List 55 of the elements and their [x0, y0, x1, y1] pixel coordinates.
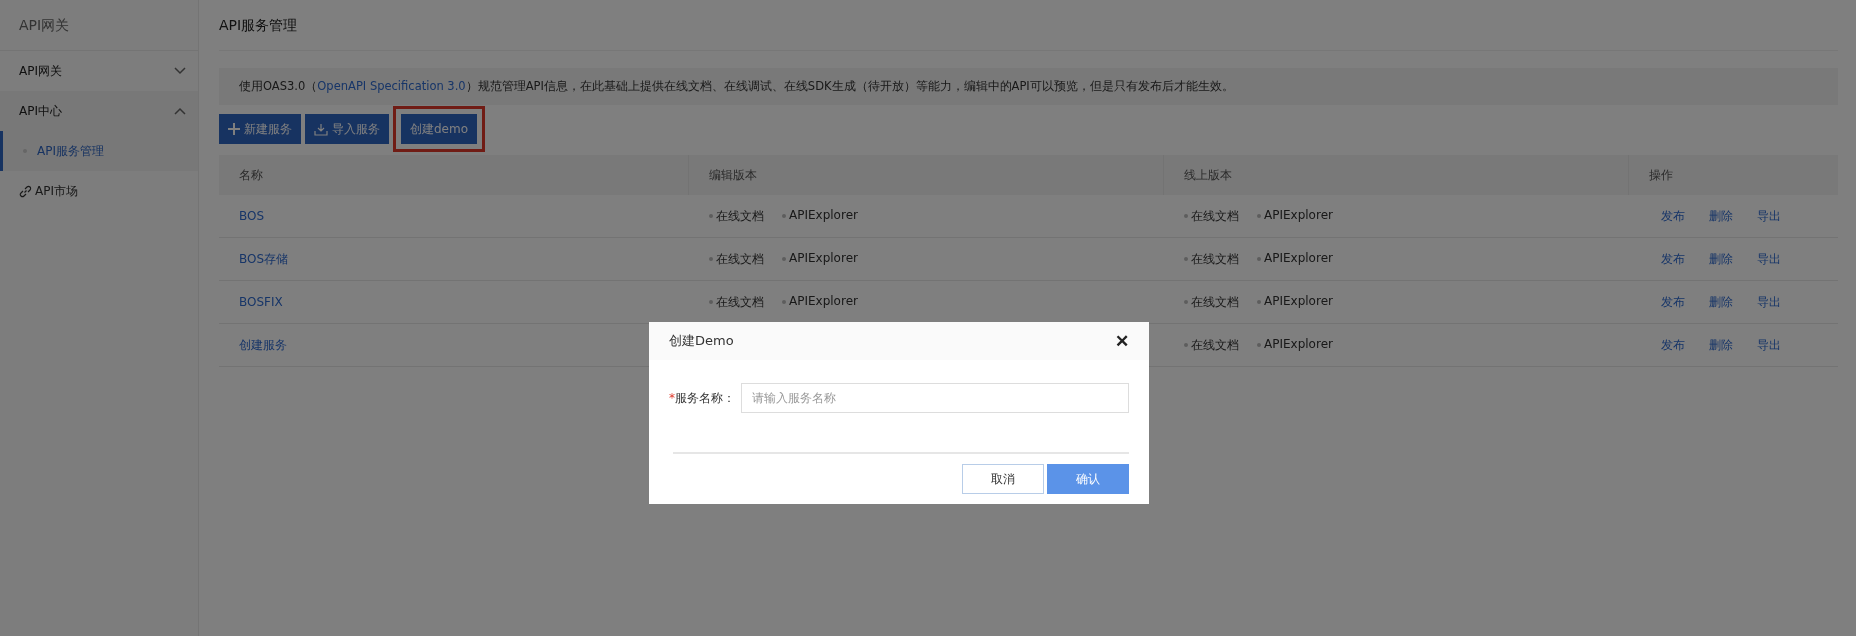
action-link[interactable]: 导出: [1757, 293, 1781, 311]
plus-icon: [228, 123, 240, 135]
version-link[interactable]: 在线文档: [709, 293, 764, 311]
toolbar-button[interactable]: 创建demo: [401, 114, 478, 144]
version-link[interactable]: 在线文档: [709, 250, 764, 268]
version-link[interactable]: 在线文档: [1184, 250, 1239, 268]
version-link[interactable]: 在线文档: [1184, 293, 1239, 311]
version-link[interactable]: APIExplorer: [1257, 207, 1333, 225]
field-label: *服务名称：: [669, 389, 736, 407]
action-link[interactable]: 发布: [1661, 250, 1685, 268]
input-field[interactable]: 请输入服务名称: [741, 383, 1129, 413]
sidebar-item[interactable]: API服务管理: [0, 131, 198, 171]
action-link[interactable]: 导出: [1757, 336, 1781, 354]
service-name-link[interactable]: BOS: [239, 209, 265, 223]
version-link[interactable]: 在线文档: [1184, 207, 1239, 225]
column-header: 编辑版本: [689, 155, 1164, 195]
version-link[interactable]: 在线文档: [709, 207, 764, 225]
sidebar-group[interactable]: API中心: [0, 91, 198, 131]
download-icon: [314, 122, 328, 136]
toolbar-button[interactable]: 导入服务: [305, 114, 389, 144]
notice-text: 使用OAS3.0（OpenAPI Specification 3.0）规范管理API信息，在此基础上提供在线文档、在线调试、在线SDK生成（待开放）等能力，编辑中的API可以预览，但是只有发布后才能生效。: [239, 79, 1234, 93]
service-name-link[interactable]: BOS存储: [239, 250, 289, 268]
action-link[interactable]: 删除: [1709, 293, 1733, 311]
column-header: 名称: [219, 155, 689, 195]
version-link[interactable]: APIExplorer: [782, 293, 858, 311]
sidebar-item[interactable]: API市场: [0, 171, 198, 211]
chevron-icon: [174, 107, 186, 115]
sidebar-group[interactable]: API网关: [0, 51, 198, 91]
column-header: 操作: [1648, 167, 1674, 184]
version-link[interactable]: APIExplorer: [782, 250, 858, 268]
action-link[interactable]: 发布: [1661, 336, 1685, 354]
action-link[interactable]: 删除: [1709, 207, 1733, 225]
action-link[interactable]: 发布: [1661, 293, 1685, 311]
service-name-link[interactable]: BOSFIX: [239, 295, 283, 309]
dialog-title: 创建Demo: [669, 332, 734, 350]
chevron-icon: [174, 67, 186, 75]
page-title: API服务管理: [219, 0, 1838, 51]
action-link[interactable]: 删除: [1709, 336, 1733, 354]
action-link[interactable]: 导出: [1757, 250, 1781, 268]
sidebar-title: API网关: [0, 0, 198, 51]
link-icon: [19, 184, 32, 198]
action-link[interactable]: 发布: [1661, 207, 1685, 225]
version-link[interactable]: APIExplorer: [1257, 293, 1333, 311]
spec-link[interactable]: OpenAPI Specification 3.0: [317, 79, 466, 93]
service-name-link[interactable]: 创建服务: [239, 336, 287, 354]
toolbar-button[interactable]: 新建服务: [219, 114, 301, 144]
action-link[interactable]: 导出: [1757, 207, 1781, 225]
version-link[interactable]: APIExplorer: [1257, 250, 1333, 268]
version-link[interactable]: APIExplorer: [782, 207, 858, 225]
close-button[interactable]: ✕: [1115, 330, 1129, 352]
action-link[interactable]: 删除: [1709, 250, 1733, 268]
cancel-button[interactable]: 取消: [962, 464, 1044, 494]
version-link[interactable]: 在线文档: [1184, 336, 1239, 354]
version-link[interactable]: APIExplorer: [1257, 336, 1333, 354]
confirm-button[interactable]: 确认: [1047, 464, 1129, 494]
